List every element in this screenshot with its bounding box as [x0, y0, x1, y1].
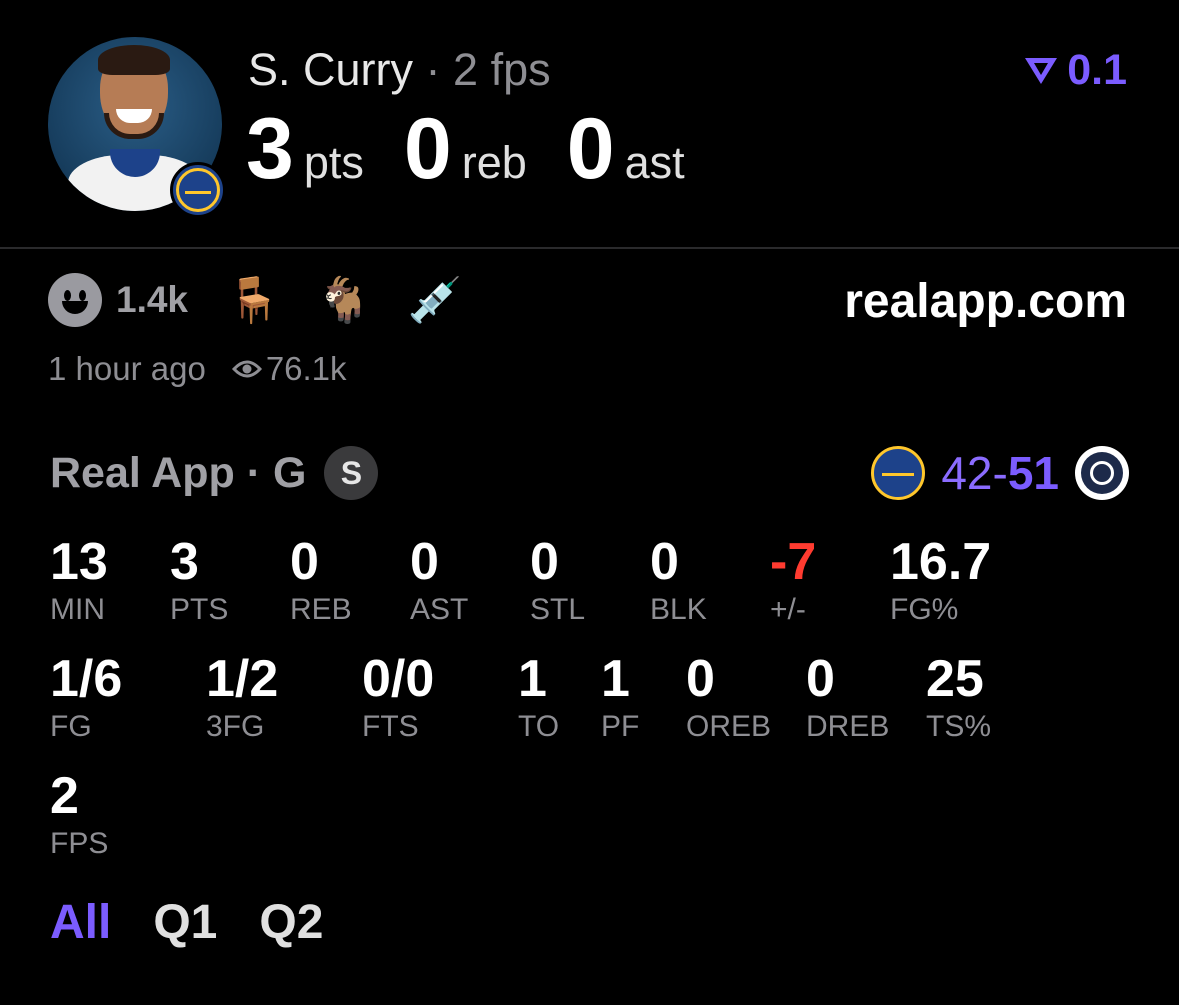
points-unit: pts — [303, 137, 364, 188]
game-info: Real App · G S — [50, 446, 379, 500]
view-count-value: 76.1k — [265, 350, 347, 387]
stat-label: +/- — [770, 593, 806, 626]
smiley-icon[interactable] — [48, 273, 102, 327]
score-home: 42 — [941, 447, 993, 499]
stat-value: 0 — [806, 650, 835, 708]
league-game-label[interactable]: Real App · G — [50, 449, 306, 498]
assists-unit: ast — [624, 137, 685, 188]
stat-value: 25 — [926, 650, 984, 708]
stat-ts-pct: 25 TS% — [926, 653, 991, 743]
name-separator: · — [425, 44, 441, 95]
stat-pts: 3 PTS — [170, 536, 228, 626]
stat-label: DREB — [806, 710, 890, 743]
player-name-line: S. Curry · 2 fps — [248, 44, 551, 96]
stat-to: 1 TO — [518, 653, 559, 743]
stat-fts: 0/0 FTS — [362, 653, 434, 743]
player-fps: 2 fps — [453, 44, 551, 95]
stat-dreb: 0 DREB — [806, 653, 889, 743]
points-value: 3 — [246, 101, 294, 197]
score-text: 42-51 — [941, 446, 1059, 500]
score-dash: - — [992, 447, 1008, 499]
stat-value: 0 — [686, 650, 715, 708]
score-away: 51 — [1007, 447, 1059, 499]
site-watermark: realapp.com — [844, 275, 1127, 328]
stat-value: -7 — [770, 533, 817, 591]
stat-value: 0 — [530, 533, 559, 591]
stat-label: MIN — [50, 593, 105, 626]
stat-value: 0 — [410, 533, 439, 591]
headline-stats: 3 pts 0 reb 0 ast — [246, 100, 725, 199]
vote-arrow-icon — [1025, 57, 1058, 84]
stat-value: 3 — [170, 533, 199, 591]
eye-icon — [231, 360, 262, 378]
stat-reb: 0 REB — [290, 536, 352, 626]
stat-min: 13 MIN — [50, 536, 108, 626]
stat-label: STL — [530, 593, 586, 626]
stat-oreb: 0 OREB — [686, 653, 771, 743]
stat-label: PF — [601, 710, 640, 743]
reaction-count[interactable]: 1.4k — [116, 279, 188, 321]
stat-label: BLK — [650, 593, 707, 626]
rebounds-value: 0 — [403, 101, 452, 197]
stat-fg: 1/6 FG — [50, 653, 122, 743]
reactions-row: 1.4k 🪑 🐐 💉 — [48, 272, 498, 328]
stat-value: 1 — [601, 650, 630, 708]
post-time: 1 hour ago — [48, 350, 206, 387]
tab-all[interactable]: All — [50, 895, 111, 950]
player-header: S. Curry · 2 fps 3 pts 0 reb 0 ast 0.1 — [0, 0, 1179, 249]
stat-value: 1 — [518, 650, 547, 708]
stat-label: REB — [290, 593, 352, 626]
stat-fg-pct: 16.7 FG% — [890, 536, 991, 626]
stat-3fg: 1/2 3FG — [206, 653, 278, 743]
stat-label: TO — [518, 710, 560, 743]
goat-icon[interactable]: 🐐 — [317, 274, 372, 326]
status-badge: S — [324, 446, 379, 500]
stat-stl: 0 STL — [530, 536, 585, 626]
stat-value: 16.7 — [890, 533, 992, 591]
vote-value: 0.1 — [1067, 46, 1127, 94]
stat-label: OREB — [686, 710, 772, 743]
stat-label: FG% — [890, 593, 959, 626]
stat-fps: 2 FPS — [50, 770, 108, 860]
period-tabs: All Q1 Q2 — [50, 895, 365, 950]
stat-plus-minus: -7 +/- — [770, 536, 816, 626]
assists-value: 0 — [566, 101, 615, 197]
stat-label: PTS — [170, 593, 229, 626]
stat-value: 0/0 — [362, 650, 435, 708]
stat-value: 13 — [50, 533, 108, 591]
stat-value: 1/2 — [206, 650, 279, 708]
vote-button[interactable]: 0.1 — [1023, 46, 1127, 95]
stat-ast: 0 AST — [410, 536, 468, 626]
stat-value: 0 — [290, 533, 319, 591]
stat-label: FPS — [50, 827, 109, 860]
stat-label: TS% — [926, 710, 992, 743]
clippers-logo-icon — [1075, 446, 1129, 500]
player-name[interactable]: S. Curry — [248, 44, 413, 95]
warriors-logo-icon — [871, 446, 926, 500]
stat-blk: 0 BLK — [650, 536, 707, 626]
stat-label: FG — [50, 710, 92, 743]
stat-pf: 1 PF — [601, 653, 639, 743]
tab-q1[interactable]: Q1 — [153, 895, 217, 950]
view-count: 76.1k — [231, 350, 347, 388]
stat-value: 2 — [50, 767, 79, 825]
stat-value: 1/6 — [50, 650, 123, 708]
rebounds-unit: reb — [461, 137, 527, 188]
chair-icon[interactable]: 🪑 — [226, 274, 281, 326]
post-meta: 1 hour ago 76.1k — [48, 350, 347, 388]
tab-q2[interactable]: Q2 — [259, 895, 323, 950]
syringe-icon[interactable]: 💉 — [408, 274, 463, 326]
stat-label: AST — [410, 593, 469, 626]
stat-value: 0 — [650, 533, 679, 591]
stat-label: 3FG — [206, 710, 265, 743]
avatar-hair — [98, 45, 170, 75]
team-logo-icon — [170, 162, 226, 218]
stat-label: FTS — [362, 710, 419, 743]
game-score[interactable]: 42-51 — [871, 446, 1129, 500]
